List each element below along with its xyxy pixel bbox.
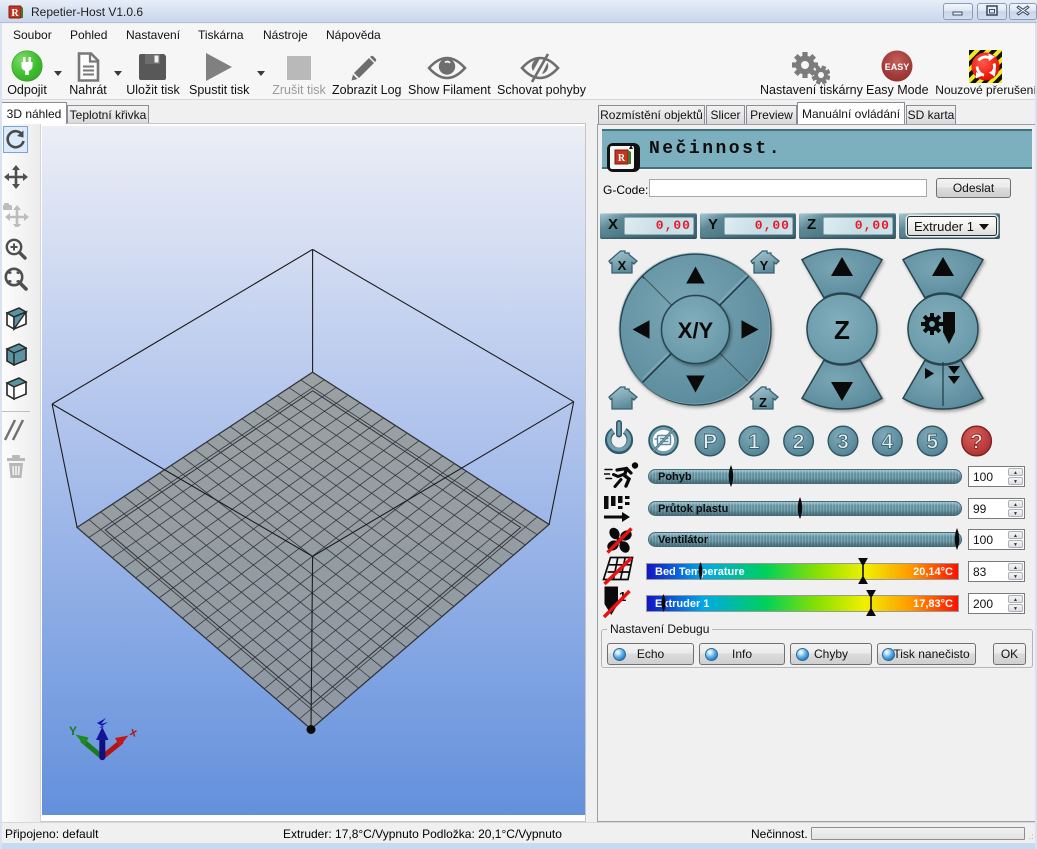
svg-text:Y: Y xyxy=(760,258,769,273)
svg-text:5: 5 xyxy=(926,431,938,454)
svg-text:Y: Y xyxy=(69,724,77,738)
svg-text:EASY: EASY xyxy=(885,62,910,72)
svg-text:?: ? xyxy=(970,431,983,454)
svg-text:X: X xyxy=(618,258,627,273)
svg-text:Z: Z xyxy=(834,315,850,345)
svg-text:1: 1 xyxy=(748,431,760,454)
svg-text:R: R xyxy=(11,8,19,19)
svg-text:4: 4 xyxy=(882,431,894,454)
svg-text:P: P xyxy=(703,431,717,454)
svg-text:X/Y: X/Y xyxy=(678,318,714,343)
svg-text:Z: Z xyxy=(759,395,767,410)
svg-text:3: 3 xyxy=(837,431,849,454)
svg-text:R: R xyxy=(618,153,626,164)
svg-text:2: 2 xyxy=(793,431,805,454)
